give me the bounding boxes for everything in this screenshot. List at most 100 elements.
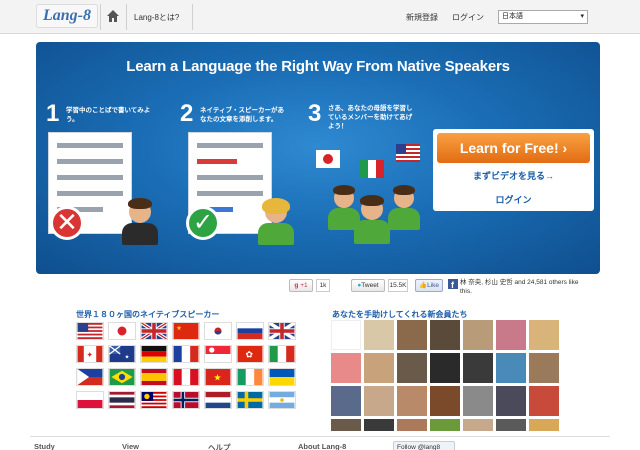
member-avatar[interactable]: [331, 320, 361, 350]
france-flag-icon[interactable]: [172, 345, 200, 363]
member-avatar[interactable]: [331, 419, 361, 431]
member-avatar[interactable]: [463, 419, 493, 431]
member-avatar[interactable]: [529, 320, 559, 350]
member-avatar[interactable]: [463, 353, 493, 383]
korea-flag-icon[interactable]: [204, 322, 232, 340]
australia-flag-icon[interactable]: ★: [108, 345, 136, 363]
member-avatar[interactable]: [496, 386, 526, 416]
member-avatar[interactable]: [430, 320, 460, 350]
step-text-line: 学習中のことばで書いてみよ: [66, 107, 151, 114]
germany-flag-icon[interactable]: [140, 345, 168, 363]
hong-kong-flag-icon[interactable]: ✿: [236, 345, 264, 363]
what-is-lang8-link[interactable]: Lang-8とは?: [134, 12, 179, 23]
new-members-title: あなたを手助けしてくれる新会員たち: [332, 310, 468, 319]
member-avatar[interactable]: [430, 386, 460, 416]
login-link[interactable]: ログイン: [452, 12, 484, 23]
ireland-flag-icon[interactable]: [236, 368, 264, 386]
tweet-button[interactable]: ●Tweet: [351, 279, 385, 292]
peru-flag-icon[interactable]: [172, 368, 200, 386]
student-avatar: [120, 197, 160, 245]
lang8-logo[interactable]: Lang-8: [36, 4, 98, 28]
step-text-line: なたの文章を添削します。: [200, 116, 278, 123]
footer-help-heading: ヘルプ: [208, 443, 231, 450]
brazil-flag-icon[interactable]: [108, 368, 136, 386]
tweet-count: 15.5K: [388, 279, 408, 292]
member-avatar[interactable]: [397, 386, 427, 416]
norway-flag-icon[interactable]: [172, 391, 200, 409]
signup-link[interactable]: 新規登録: [406, 12, 438, 23]
japan-flag-icon: [316, 150, 340, 168]
canada-flag-icon[interactable]: ✦: [76, 345, 104, 363]
member-avatar[interactable]: [496, 353, 526, 383]
italy-flag-icon[interactable]: [268, 345, 296, 363]
argentina-flag-icon[interactable]: [268, 391, 296, 409]
spain-flag-icon[interactable]: [140, 368, 168, 386]
ukraine-flag-icon[interactable]: [268, 368, 296, 386]
singapore-flag-icon[interactable]: [204, 345, 232, 363]
uk-flag-icon[interactable]: [140, 322, 168, 340]
russia-flag-icon[interactable]: [236, 322, 264, 340]
member-avatar[interactable]: [364, 386, 394, 416]
footer-divider: [30, 436, 610, 437]
member-avatar[interactable]: [529, 386, 559, 416]
svg-text:✦: ✦: [86, 351, 93, 360]
member-avatar[interactable]: [331, 386, 361, 416]
member-avatar[interactable]: [496, 419, 526, 431]
member-avatar[interactable]: [463, 386, 493, 416]
member-avatar[interactable]: [397, 419, 427, 431]
twitter-follow-button[interactable]: Follow @lang8: [393, 441, 455, 450]
member-avatar[interactable]: [364, 419, 394, 431]
member-avatar[interactable]: [397, 353, 427, 383]
like-label: Like: [427, 282, 440, 289]
svg-text:★: ★: [125, 354, 130, 360]
svg-text:★: ★: [176, 325, 182, 332]
vietnam-flag-icon[interactable]: ★: [204, 368, 232, 386]
thailand-flag-icon[interactable]: [108, 391, 136, 409]
malaysia-flag-icon[interactable]: [140, 391, 168, 409]
google-plus-button[interactable]: g +1: [289, 279, 313, 292]
facebook-icon: f: [448, 279, 458, 289]
member-avatar[interactable]: [364, 320, 394, 350]
divider: [126, 4, 127, 30]
member-avatar[interactable]: [496, 320, 526, 350]
usa-flag-icon: [396, 144, 420, 162]
member-avatar: [352, 194, 392, 244]
member-avatar[interactable]: [430, 419, 460, 431]
member-avatar[interactable]: [331, 353, 361, 383]
correct-icon: ✓: [186, 206, 220, 240]
poland-flag-icon[interactable]: [76, 391, 104, 409]
netherlands-flag-icon[interactable]: [204, 391, 232, 409]
home-icon[interactable]: [106, 9, 120, 23]
step-text-line: よう！: [328, 123, 348, 130]
japan-flag-icon[interactable]: [108, 322, 136, 340]
member-avatar[interactable]: [529, 419, 559, 431]
step-text: ネイティブ・スピーカーがあ なたの文章を添削します。: [200, 106, 284, 124]
svg-text:★: ★: [214, 374, 222, 384]
uk-flag-icon[interactable]: [268, 322, 296, 340]
learn-for-free-button[interactable]: Learn for Free! ›: [437, 133, 590, 163]
watch-video-link[interactable]: まずビデオを見る→: [433, 169, 594, 182]
member-avatar[interactable]: [529, 353, 559, 383]
footer-study-heading: Study: [34, 442, 55, 450]
step-number: 2: [180, 100, 194, 127]
usa-flag-icon[interactable]: [76, 322, 104, 340]
step-text-line: う。: [66, 116, 79, 123]
member-avatar[interactable]: [430, 353, 460, 383]
member-avatar[interactable]: [397, 320, 427, 350]
hero-login-link[interactable]: ログイン: [433, 193, 594, 206]
step-text: さあ、あなたの母語を学習し ているメンバーを助けてあげ よう！: [328, 104, 413, 131]
google-plus-label: +1: [300, 282, 308, 289]
step-text: 学習中のことばで書いてみよ う。: [66, 106, 150, 124]
top-bar: Lang-8 Lang-8とは? 新規登録 ログイン 日本語 ▾: [0, 0, 640, 34]
facebook-like-button[interactable]: 👍Like: [415, 279, 443, 292]
philippines-flag-icon[interactable]: [76, 368, 104, 386]
member-avatar[interactable]: [364, 353, 394, 383]
sweden-flag-icon[interactable]: [236, 391, 264, 409]
member-avatar[interactable]: [463, 320, 493, 350]
language-select[interactable]: 日本語 ▾: [498, 10, 588, 24]
step-text-line: ているメンバーを助けてあげ: [328, 114, 413, 121]
thumbs-up-icon: 👍: [418, 282, 428, 289]
footer-about-heading: About Lang-8: [298, 442, 347, 450]
china-flag-icon[interactable]: ★: [172, 322, 200, 340]
native-speaker-avatar: [256, 197, 296, 245]
